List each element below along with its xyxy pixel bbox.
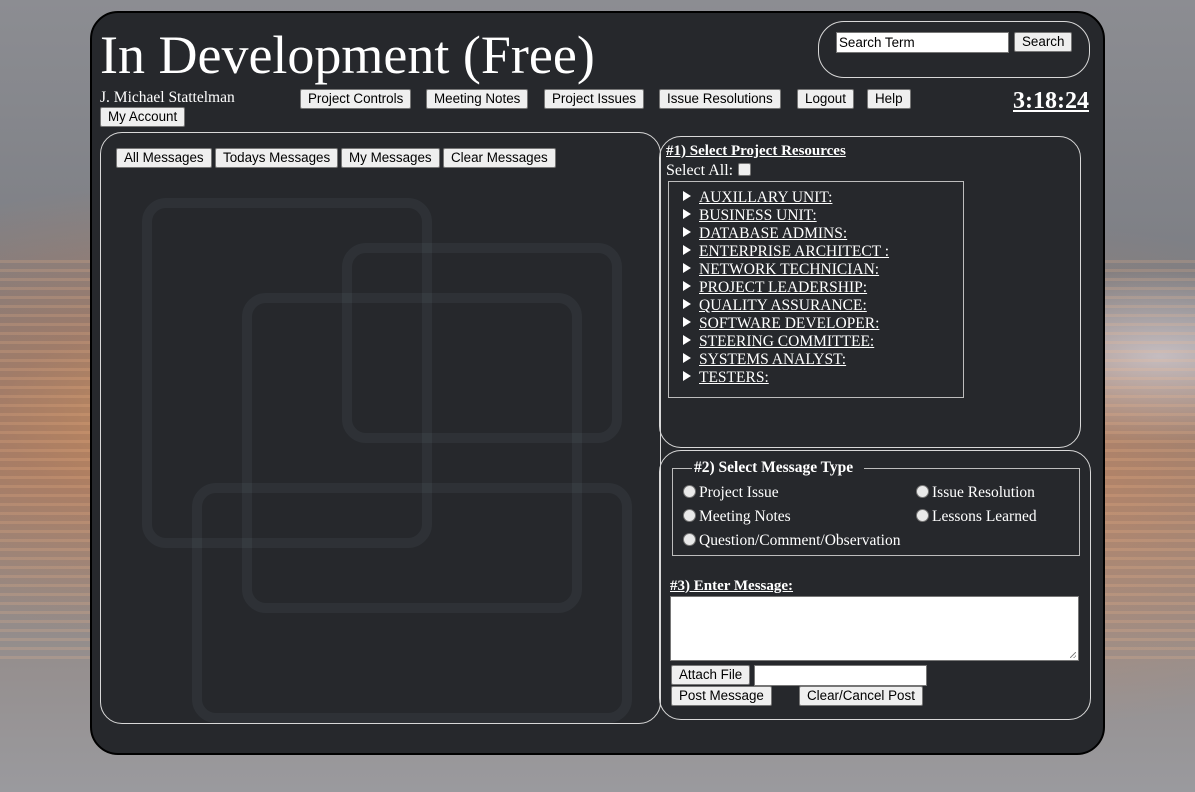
clear-cancel-post-button[interactable]: Clear/Cancel Post bbox=[799, 686, 923, 706]
fieldset-border bbox=[864, 468, 1079, 469]
radio-label-lessons-learned: Lessons Learned bbox=[932, 508, 1037, 525]
tree-item-steering-committee[interactable]: STEERING COMMITTEE: bbox=[683, 333, 874, 351]
tree-item-database-admins[interactable]: DATABASE ADMINS: bbox=[683, 225, 847, 243]
expand-triangle-icon bbox=[683, 281, 691, 291]
page-title: In Development (Free) bbox=[100, 25, 595, 85]
enter-message-heading: #3) Enter Message: bbox=[670, 578, 794, 594]
radio-label-project-issue: Project Issue bbox=[699, 484, 779, 501]
tree-item-label: QUALITY ASSURANCE: bbox=[699, 297, 867, 314]
radio-meeting-notes[interactable] bbox=[683, 509, 696, 522]
search-button[interactable]: Search bbox=[1014, 32, 1073, 52]
expand-triangle-icon bbox=[683, 191, 691, 201]
select-all-label: Select All: bbox=[666, 162, 734, 179]
tree-item-label: NETWORK TECHNICIAN: bbox=[699, 261, 880, 278]
clock: 3:18:24 bbox=[1013, 88, 1089, 114]
tree-item-label: STEERING COMMITTEE: bbox=[699, 333, 875, 350]
expand-triangle-icon bbox=[683, 317, 691, 327]
resource-tree: AUXILLARY UNIT: BUSINESS UNIT: DATABASE … bbox=[668, 181, 964, 398]
nav-project-controls[interactable]: Project Controls bbox=[300, 89, 412, 109]
expand-triangle-icon bbox=[683, 209, 691, 219]
tree-item-label: TESTERS: bbox=[699, 369, 769, 386]
radio-label-issue-resolution: Issue Resolution bbox=[932, 484, 1035, 501]
expand-triangle-icon bbox=[683, 245, 691, 255]
resources-heading: #1) Select Project Resources bbox=[666, 143, 846, 159]
attach-file-button[interactable]: Attach File bbox=[671, 665, 751, 685]
resize-grip-icon[interactable] bbox=[1070, 652, 1076, 658]
expand-triangle-icon bbox=[683, 227, 691, 237]
message-type-legend: #2) Select Message Type bbox=[694, 459, 854, 476]
message-textarea[interactable] bbox=[670, 596, 1079, 661]
logout-button[interactable]: Logout bbox=[797, 89, 854, 109]
radio-project-issue[interactable] bbox=[683, 485, 696, 498]
tree-item-testers[interactable]: TESTERS: bbox=[683, 369, 769, 387]
tree-item-business-unit[interactable]: BUSINESS UNIT: bbox=[683, 207, 817, 225]
post-message-button[interactable]: Post Message bbox=[671, 686, 772, 706]
radio-label-meeting-notes: Meeting Notes bbox=[699, 508, 791, 525]
radio-question-comment[interactable] bbox=[683, 533, 696, 546]
file-input[interactable] bbox=[754, 665, 927, 686]
radio-label-question-comment: Question/Comment/Observation bbox=[699, 532, 901, 549]
nav-project-issues[interactable]: Project Issues bbox=[544, 89, 645, 109]
search-input[interactable] bbox=[836, 32, 1009, 53]
select-all-checkbox[interactable] bbox=[738, 163, 751, 176]
fieldset-border bbox=[672, 468, 692, 469]
tree-item-label: DATABASE ADMINS: bbox=[699, 225, 848, 242]
expand-triangle-icon bbox=[683, 299, 691, 309]
tree-item-software-developer[interactable]: SOFTWARE DEVELOPER: bbox=[683, 315, 879, 333]
radio-lessons-learned[interactable] bbox=[916, 509, 929, 522]
help-button[interactable]: Help bbox=[867, 89, 911, 109]
user-name: J. Michael Stattelman bbox=[100, 89, 235, 106]
tree-item-quality-assurance[interactable]: QUALITY ASSURANCE: bbox=[683, 297, 867, 315]
messages-panel bbox=[100, 132, 661, 724]
todays-messages-button[interactable]: Todays Messages bbox=[215, 148, 339, 168]
my-account-button[interactable]: My Account bbox=[100, 107, 186, 127]
my-messages-button[interactable]: My Messages bbox=[341, 148, 440, 168]
clear-messages-button[interactable]: Clear Messages bbox=[443, 148, 556, 168]
expand-triangle-icon bbox=[683, 371, 691, 381]
tree-item-network-technician[interactable]: NETWORK TECHNICIAN: bbox=[683, 261, 879, 279]
nav-meeting-notes[interactable]: Meeting Notes bbox=[426, 89, 529, 109]
all-messages-button[interactable]: All Messages bbox=[116, 148, 212, 168]
tree-item-label: SYSTEMS ANALYST: bbox=[699, 351, 847, 368]
expand-triangle-icon bbox=[683, 335, 691, 345]
expand-triangle-icon bbox=[683, 353, 691, 363]
radio-issue-resolution[interactable] bbox=[916, 485, 929, 498]
tree-item-enterprise-architect[interactable]: ENTERPRISE ARCHITECT : bbox=[683, 243, 889, 261]
tree-item-systems-analyst[interactable]: SYSTEMS ANALYST: bbox=[683, 351, 846, 369]
tree-item-label: ENTERPRISE ARCHITECT : bbox=[699, 243, 890, 260]
tree-item-label: AUXILLARY UNIT: bbox=[699, 189, 833, 206]
tree-item-auxillary-unit[interactable]: AUXILLARY UNIT: bbox=[683, 189, 832, 207]
expand-triangle-icon bbox=[683, 263, 691, 273]
nav-issue-resolutions[interactable]: Issue Resolutions bbox=[659, 89, 781, 109]
tree-item-project-leadership[interactable]: PROJECT LEADERSHIP: bbox=[683, 279, 867, 297]
tree-item-label: BUSINESS UNIT: bbox=[699, 207, 817, 224]
tree-item-label: PROJECT LEADERSHIP: bbox=[699, 279, 868, 296]
tree-item-label: SOFTWARE DEVELOPER: bbox=[699, 315, 880, 332]
